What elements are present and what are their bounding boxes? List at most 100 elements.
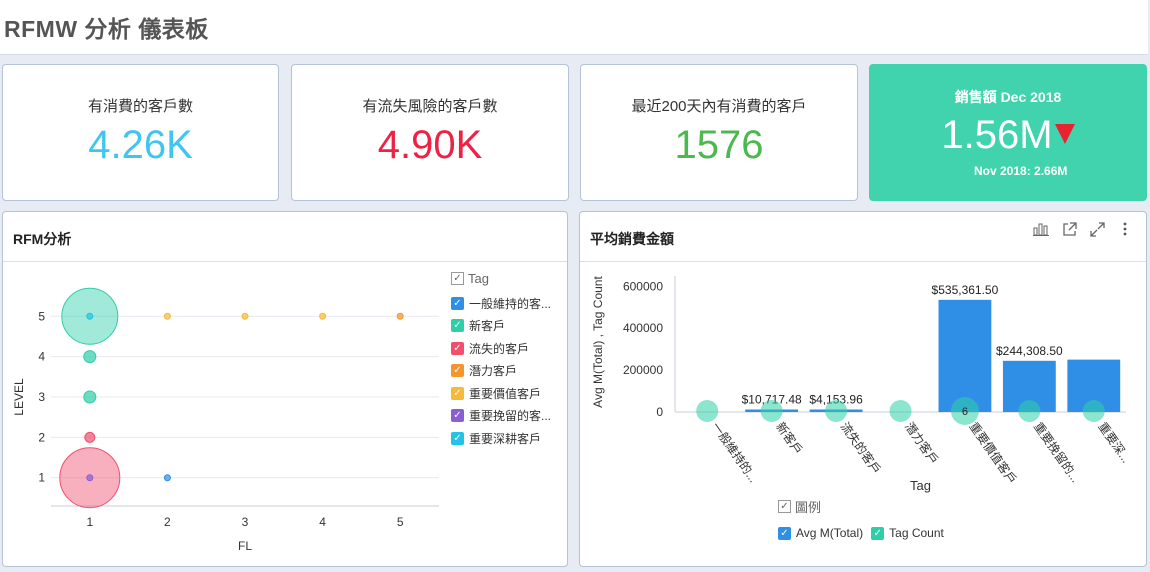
legend-header[interactable]: ✓ 圖例: [778, 497, 944, 516]
checkbox-icon: ✓: [451, 272, 464, 285]
legend-title: 圖例: [795, 500, 822, 515]
tag-count-marker: [825, 400, 848, 422]
scatter-point: [163, 312, 171, 320]
bar-chart-icon[interactable]: [1030, 218, 1052, 240]
trend-down-icon: [1054, 124, 1075, 144]
legend-item[interactable]: ✓ Avg M(Total): [778, 522, 863, 545]
legend-label: 重要價值客戶: [469, 386, 542, 401]
tag-count-marker: [1018, 400, 1041, 422]
legend-item[interactable]: ✓ 重要深耕客戶: [451, 427, 551, 450]
rfm-panel: RFM分析 1 2 3 4 5 1 2 3 4 5 FL LEVEL ✓ Tag ✓ 一般維持的客... ✓…: [2, 211, 568, 567]
checkbox-icon: ✓: [871, 526, 885, 540]
x-axis-title: Tag: [910, 478, 931, 493]
kpi-value: 4.90K: [377, 123, 483, 167]
scatter-point: [83, 390, 97, 404]
legend-item[interactable]: ✓ 重要價值客戶: [451, 382, 551, 405]
legend-label: 重要深耕客戶: [469, 431, 542, 446]
legend-label: 潛力客戶: [469, 364, 518, 379]
legend-label: 流失的客戶: [469, 341, 530, 356]
y-tick-label: 1: [38, 471, 45, 485]
legend-label: 一般維持的客...: [469, 296, 552, 311]
legend-item[interactable]: ✓ Tag Count: [871, 522, 944, 545]
scatter-point: [83, 350, 97, 364]
x-tick-label: 流失的客戶: [838, 419, 885, 477]
avg-spend-panel: 平均銷費金額 0 200000 400000 600000 Avg M(Total) ,…: [579, 211, 1147, 567]
more-vertical-icon[interactable]: [1114, 218, 1136, 240]
bar: [938, 299, 992, 412]
scatter-point: [84, 431, 96, 443]
x-tick-label: 一般維持的...: [709, 419, 761, 485]
kpi-value-wrap: 1.56M: [870, 113, 1146, 157]
y-tick-label: 0: [656, 405, 663, 419]
scatter-point: [86, 312, 94, 320]
y-tick-label: 2: [38, 430, 45, 444]
kpi-label: 最近200天內有消費的客戶: [631, 98, 807, 115]
data-label: $244,308.50: [996, 344, 1063, 358]
legend-label: Tag Count: [889, 526, 944, 541]
panel-toolbar: [1030, 218, 1136, 240]
y-axis-title: LEVEL: [12, 378, 26, 416]
kpi-card-customers[interactable]: 有消費的客戶數 4.26K: [2, 64, 279, 201]
kpi-label: 銷售額 Dec 2018: [954, 89, 1062, 105]
y-tick-label: 5: [38, 309, 45, 323]
legend-title: Tag: [468, 271, 489, 286]
x-tick-label: 5: [397, 515, 404, 529]
x-tick-label: 新客戶: [773, 419, 806, 457]
legend-item[interactable]: ✓ 新客戶: [451, 315, 551, 338]
data-label: $535,361.50: [932, 283, 999, 297]
x-tick-label: 3: [242, 515, 249, 529]
expand-icon[interactable]: [1086, 218, 1108, 240]
panel-title: 平均銷費金額: [590, 231, 674, 247]
tag-count-marker: [696, 400, 719, 422]
y-tick-label: 600000: [623, 279, 663, 293]
checkbox-icon: ✓: [451, 386, 464, 400]
scatter-point: [241, 312, 249, 320]
scatter-point: [319, 312, 327, 320]
x-tick-label: 4: [319, 515, 326, 529]
kpi-comparison: Nov 2018: 2.66M: [974, 164, 1068, 178]
dashboard-header: RFMW 分析 儀表板: [0, 0, 1148, 55]
y-tick-label: 4: [38, 350, 45, 364]
x-tick-label: 重要價值客戶: [966, 419, 1020, 487]
legend-label: 新客戶: [469, 319, 506, 334]
x-tick-label: 2: [164, 515, 171, 529]
x-tick-label: 1: [86, 515, 93, 529]
open-external-icon[interactable]: [1058, 218, 1080, 240]
legend-header[interactable]: ✓ Tag: [451, 271, 551, 286]
scatter-point: [86, 474, 94, 482]
kpi-value: 4.26K: [88, 123, 193, 167]
panel-header: 平均銷費金額: [580, 212, 1146, 262]
kpi-value: 1576: [674, 123, 764, 167]
checkbox-icon: ✓: [451, 341, 464, 355]
tag-count-marker: [1082, 400, 1105, 422]
kpi-card-sales[interactable]: 銷售額 Dec 2018 1.56M Nov 2018: 2.66M: [869, 64, 1147, 201]
marker-label: 6: [962, 406, 968, 418]
x-tick-label: 潛力客戶: [902, 419, 942, 467]
checkbox-icon: ✓: [778, 500, 791, 513]
y-tick-label: 3: [38, 390, 45, 404]
legend-item[interactable]: ✓ 一般維持的客...: [451, 292, 551, 315]
y-tick-label: 400000: [623, 321, 663, 335]
checkbox-icon: ✓: [451, 296, 464, 310]
checkbox-icon: ✓: [451, 364, 464, 378]
scatter-point: [396, 312, 404, 320]
y-axis-title: Avg M(Total) , Tag Count: [591, 276, 605, 408]
checkbox-icon: ✓: [451, 319, 464, 333]
x-tick-label: 重要挽留的...: [1031, 419, 1083, 485]
legend-item[interactable]: ✓ 重要挽留的客...: [451, 405, 551, 428]
kpi-value: 1.56M: [941, 113, 1053, 157]
legend-item[interactable]: ✓ 潛力客戶: [451, 360, 551, 383]
avg-legend: ✓ 圖例 ✓ Avg M(Total) ✓ Tag Count: [778, 497, 944, 545]
rfm-legend: ✓ Tag ✓ 一般維持的客... ✓ 新客戶 ✓ 流失的客戶 ✓ 潛力客戶 ✓ 重要價值客戶 ✓ 重要…: [451, 271, 551, 450]
checkbox-icon: ✓: [778, 526, 791, 540]
kpi-label: 有消費的客戶數: [87, 98, 193, 115]
tag-count-marker: [889, 400, 912, 422]
x-axis-title: FL: [238, 539, 252, 553]
kpi-card-recent-customers[interactable]: 最近200天內有消費的客戶 1576: [580, 64, 858, 201]
panel-title: RFM分析: [13, 231, 72, 247]
legend-item[interactable]: ✓ 流失的客戶: [451, 337, 551, 360]
scatter-point: [163, 474, 171, 482]
legend-label: Avg M(Total): [796, 526, 864, 541]
kpi-card-churn-risk[interactable]: 有流失風險的客戶數 4.90K: [291, 64, 569, 201]
kpi-label: 有流失風險的客戶數: [362, 98, 498, 115]
